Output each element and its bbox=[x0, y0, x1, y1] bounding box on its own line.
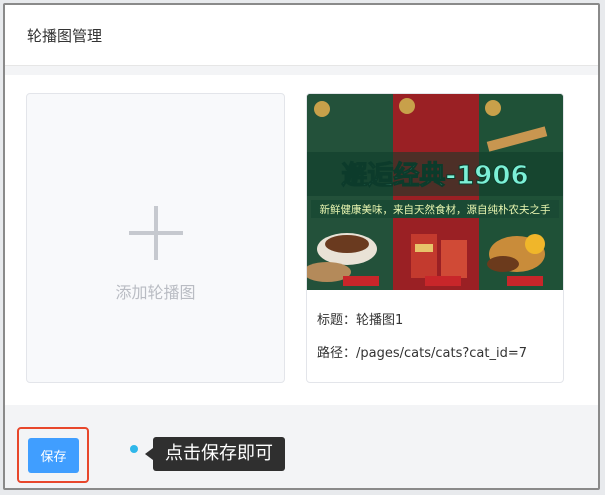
banner-list: 添加轮播图 邂逅经典-1906 新鲜健康美味，来自天然食材，源自纯朴农夫之手 标… bbox=[5, 75, 598, 405]
save-button-highlight: 保存 bbox=[17, 427, 89, 483]
banner-tagline: 新鲜健康美味，来自天然食材，源自纯朴农夫之手 bbox=[320, 203, 551, 216]
add-banner-card[interactable]: 添加轮播图 bbox=[26, 93, 285, 383]
hint-tooltip: 点击保存即可 bbox=[145, 437, 285, 471]
banner-headline: 邂逅经典-1906 bbox=[341, 160, 528, 191]
plus-icon bbox=[129, 206, 183, 260]
save-button[interactable]: 保存 bbox=[28, 438, 79, 473]
banner-card[interactable]: 邂逅经典-1906 新鲜健康美味，来自天然食材，源自纯朴农夫之手 标题：轮播图1… bbox=[306, 93, 564, 383]
banner-image[interactable]: 邂逅经典-1906 新鲜健康美味，来自天然食材，源自纯朴农夫之手 bbox=[307, 94, 563, 290]
banner-title-text: 标题：轮播图1 bbox=[317, 313, 404, 328]
page-header: 轮播图管理 bbox=[5, 5, 598, 66]
page-title: 轮播图管理 bbox=[27, 27, 103, 45]
add-banner-label: 添加轮播图 bbox=[115, 283, 196, 302]
hint-dot bbox=[130, 445, 138, 453]
app-window: 轮播图管理 添加轮播图 邂逅经典-1906 新鲜健康美味，来自天然食材，源自纯朴… bbox=[3, 3, 600, 490]
banner-path-text: 路径：/pages/cats/cats?cat_id=7 bbox=[317, 346, 527, 361]
footer-bar: 保存 点击保存即可 bbox=[5, 407, 598, 488]
